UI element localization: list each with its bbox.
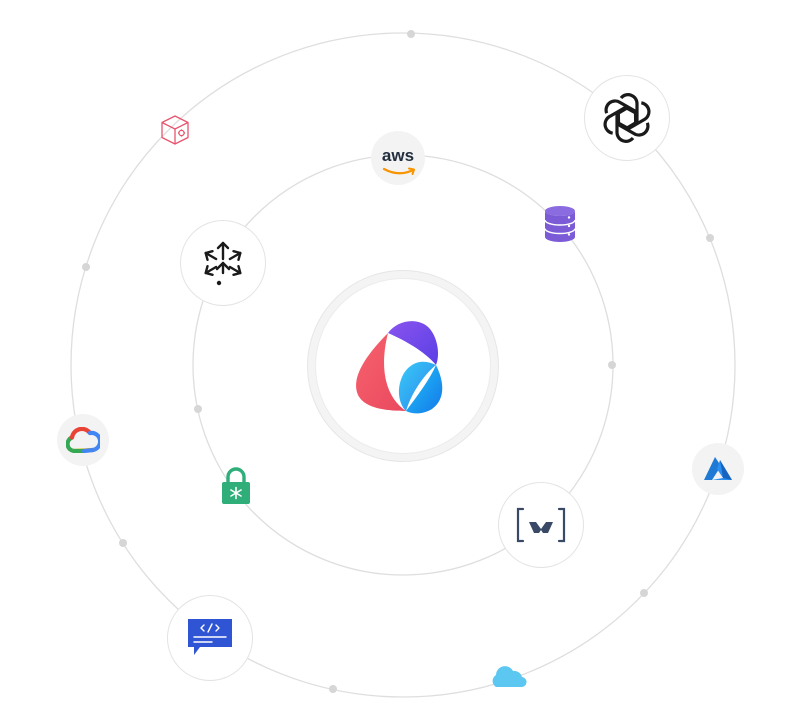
database-node[interactable] — [536, 200, 584, 248]
azure-node[interactable] — [692, 443, 744, 495]
code-chat-node[interactable] — [167, 595, 253, 681]
webhook-brackets-icon — [516, 507, 566, 543]
google-cloud-icon — [66, 427, 100, 453]
database-icon — [544, 206, 576, 242]
orbit-dot — [119, 539, 127, 547]
aws-node[interactable]: aws — [371, 131, 425, 185]
webhook-node[interactable] — [498, 482, 584, 568]
orbit-dot — [608, 361, 616, 369]
google-cloud-node[interactable] — [57, 414, 109, 466]
aws-label: aws — [381, 145, 415, 165]
orbit-dot — [640, 589, 648, 597]
cloud-node[interactable] — [486, 660, 530, 694]
azure-icon — [704, 457, 732, 480]
cloud-icon — [492, 666, 527, 688]
distributed-node[interactable] — [180, 220, 266, 306]
aws-icon: aws — [382, 147, 415, 175]
orbit-dot — [329, 685, 337, 693]
orbit-dot — [194, 405, 202, 413]
secret-lock-icon — [222, 467, 250, 504]
openai-icon — [603, 93, 651, 143]
code-chat-icon — [188, 619, 232, 655]
center-hub — [307, 270, 499, 462]
secret-lock-node[interactable] — [214, 462, 258, 510]
brand-logo-icon — [356, 321, 443, 414]
integrations-diagram: aws — [0, 0, 800, 727]
openai-node[interactable] — [584, 75, 670, 161]
package-node[interactable] — [156, 111, 194, 149]
orbit-dot — [407, 30, 415, 38]
aws-smile-icon — [382, 167, 415, 175]
center-hub-inner — [315, 278, 491, 454]
package-box-icon — [161, 115, 189, 145]
orbit-dot — [706, 234, 714, 242]
orbit-dot — [82, 263, 90, 271]
distributed-arrows-icon — [204, 241, 242, 286]
